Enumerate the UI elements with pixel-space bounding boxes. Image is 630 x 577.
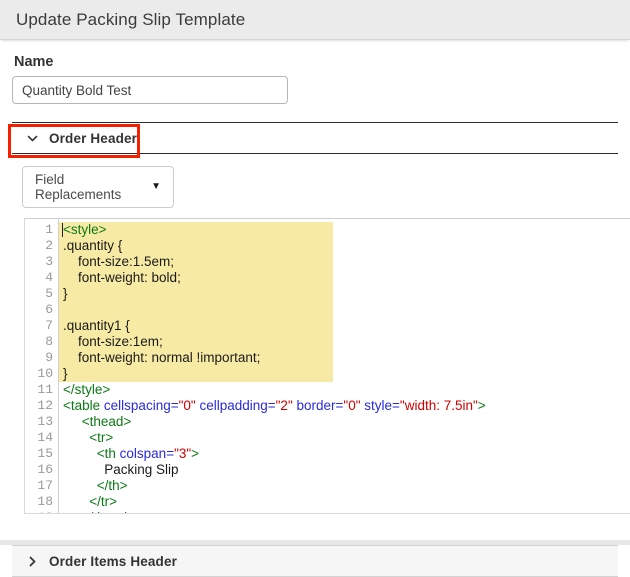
editor-code-line: <th colspan="3"> [63,446,630,462]
field-replacements-dropdown[interactable]: Field Replacements ▼ [22,166,174,208]
editor-line-number: 1 [45,222,53,237]
editor-line-number: 17 [37,478,53,493]
code-token: > [191,446,200,461]
code-token: cellspacing= [103,398,179,413]
code-token: <thead> [63,414,132,429]
dialog-body: Name Order Header Field Replacements ▼ 1… [0,54,630,514]
code-token: style= [360,398,400,413]
code-token: .quantity { [63,238,123,253]
editor-line-number: 15 [37,446,53,461]
dialog-title: Update Packing Slip Template [16,9,246,29]
editor-code-line [63,302,630,318]
editor-line-number: 3 [45,254,53,269]
code-token: Packing Slip [63,462,179,477]
accordion: Order Header Field Replacements ▼ 123456… [12,122,630,514]
editor-line-number: 19 [25,510,58,513]
editor-line-number: 8 [45,334,53,349]
editor-code-line: Packing Slip [63,462,630,478]
editor-line-number: 16 [37,462,53,477]
code-token: font-size:1em; [63,334,163,349]
code-token: "0" [343,398,361,413]
chevron-right-icon [26,555,39,568]
editor-code-area[interactable]: <style> .quantity { font-size:1.5em; font… [59,219,630,513]
code-token: "0" [178,398,196,413]
code-token: "3" [174,446,192,461]
chevron-down-icon [26,132,39,145]
code-token: "width: 7.5in" [399,398,478,413]
editor-code-line: <tr> [63,430,630,446]
code-token: font-size:1.5em; [63,254,175,269]
code-token: </thead> [63,510,135,513]
editor-code-line: </style> [63,382,630,398]
code-token: </style> [63,382,111,397]
name-field-label: Name [14,54,54,70]
name-input[interactable] [12,76,288,104]
editor-line-number: 5 [45,286,53,301]
code-token: font-weight: normal !important; [63,350,261,365]
code-token: <style> [63,222,107,237]
editor-code-line: <style> [63,222,630,238]
editor-text-cursor [62,223,63,237]
panel-body-order-header: Field Replacements ▼ 1 2 3 4 5 6 7 8 9 10 11 12 13 14… [12,154,630,514]
editor-line-number: 14 [37,430,53,445]
editor-code-line: .quantity { [63,238,630,254]
editor-code-lines: <style> .quantity { font-size:1.5em; font… [63,222,630,513]
field-replacements-dropdown-label: Field Replacements [35,172,122,202]
code-token: colspan= [119,446,175,461]
code-token: "2" [275,398,293,413]
chevron-down-icon: ▼ [151,181,161,192]
editor-code-line: <table cellspacing="0" cellpadding="2" b… [63,398,630,414]
code-token: <tr> [63,430,114,445]
editor-line-number-gutter: 12345678910111213141516171819 [25,219,59,513]
editor-code-line: <thead> [63,414,630,430]
code-token: <table [63,398,104,413]
editor-line-number: 12 [37,398,53,413]
editor-line-number: 9 [45,350,53,365]
editor-code-line: .quantity1 { [63,318,630,334]
code-token: cellpadding= [195,398,276,413]
code-token: </tr> [63,494,118,509]
editor-code-line: font-size:1em; [63,334,630,350]
panel-header-order-items-header[interactable]: Order Items Header [12,545,618,577]
editor-code-line: </thead> [63,510,630,513]
editor-line-number: 4 [45,270,53,285]
editor-code-line: </tr> [63,494,630,510]
editor-code-line: } [63,366,630,382]
editor-line-number: 10 [37,366,53,381]
code-token: } [63,286,68,301]
panel-title-order-header: Order Header [49,130,138,146]
editor-code-line: font-weight: normal !important; [63,350,630,366]
editor-line-number: 18 [37,494,53,509]
editor-code-line: font-weight: bold; [63,270,630,286]
editor-code-line: } [63,286,630,302]
accordion-bottom: Order Items Header [12,545,618,577]
editor-code-line: font-size:1.5em; [63,254,630,270]
editor-line-number: 2 [45,238,53,253]
code-token: border= [292,398,344,413]
panel-title-order-items-header: Order Items Header [49,553,178,569]
code-token: font-weight: bold; [63,270,181,285]
code-editor[interactable]: 12345678910111213141516171819 <style>.qu… [24,218,630,514]
editor-code-line: </th> [63,478,630,494]
editor-line-number: 13 [37,414,53,429]
editor-line-number: 6 [45,302,53,317]
panel-header-order-header[interactable]: Order Header [12,122,618,154]
code-token: .quantity1 { [63,318,130,333]
code-token: } [63,366,68,381]
dialog-header: Update Packing Slip Template [0,0,630,40]
code-token: > [477,398,486,413]
editor-line-number: 11 [37,382,53,397]
code-token: </th> [63,478,128,493]
code-token: <th [63,446,120,461]
editor-line-number: 7 [45,318,53,333]
